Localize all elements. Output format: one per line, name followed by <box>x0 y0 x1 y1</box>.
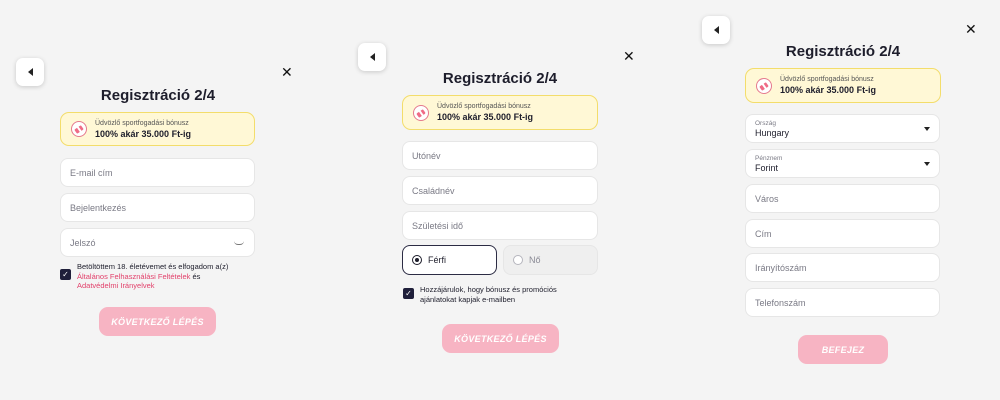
close-icon[interactable]: ✕ <box>281 66 293 80</box>
next-step-button[interactable]: KÖVETKEZŐ LÉPÉS <box>442 324 559 353</box>
zip-field[interactable]: Irányítószám <box>745 253 940 282</box>
terms-link[interactable]: Általános Felhasználási Feltételek <box>77 272 190 281</box>
gift-icon <box>756 77 772 94</box>
marketing-line-1: Hozzájárulok, hogy bónusz és promóciós <box>420 285 557 294</box>
email-field[interactable]: E-mail cím <box>60 158 255 187</box>
close-icon[interactable]: ✕ <box>965 23 977 37</box>
page-title: Regisztráció 2/4 <box>442 70 558 87</box>
privacy-link[interactable]: Adatvédelmi Irányelvek <box>77 281 155 290</box>
country-select[interactable]: Ország Hungary <box>745 114 940 143</box>
currency-label: Pénznem <box>755 154 783 162</box>
country-label: Ország <box>755 119 776 127</box>
bonus-banner: Üdvözlő sportfogadási bónusz 100% akár 3… <box>60 112 255 146</box>
next-step-button[interactable]: KÖVETKEZŐ LÉPÉS <box>99 307 216 336</box>
eye-closed-icon[interactable] <box>234 241 244 245</box>
finish-button[interactable]: BEFEJEZ <box>798 335 888 364</box>
back-button[interactable] <box>702 16 730 44</box>
address-field[interactable]: Cím <box>745 219 940 248</box>
close-icon[interactable]: ✕ <box>623 50 635 64</box>
back-button[interactable] <box>16 58 44 86</box>
back-button[interactable] <box>358 43 386 71</box>
bonus-subtitle: Üdvözlő sportfogadási bónusz <box>437 103 531 110</box>
bonus-banner: Üdvözlő sportfogadási bónusz 100% akár 3… <box>402 95 598 130</box>
lastname-field[interactable]: Családnév <box>402 176 598 205</box>
page-title: Regisztráció 2/4 <box>100 87 216 104</box>
caret-down-icon <box>924 126 930 131</box>
page-title: Regisztráció 2/4 <box>785 43 901 60</box>
currency-select[interactable]: Pénznem Forint <box>745 149 940 178</box>
chevron-left-icon <box>27 68 33 76</box>
city-field[interactable]: Város <box>745 184 940 213</box>
currency-value: Forint <box>755 162 779 173</box>
phone-field[interactable]: Telefonszám <box>745 288 940 317</box>
bonus-banner: Üdvözlő sportfogadási bónusz 100% akár 3… <box>745 68 941 103</box>
bonus-headline: 100% akár 35.000 Ft-ig <box>780 85 877 95</box>
bonus-headline: 100% akár 35.000 Ft-ig <box>437 112 534 122</box>
caret-down-icon <box>924 161 930 166</box>
login-field[interactable]: Bejelentkezés <box>60 193 255 222</box>
marketing-checkbox[interactable]: ✓ <box>403 288 414 299</box>
terms-prefix: Betöltöttem 18. életévemet és elfogadom … <box>77 262 229 271</box>
bonus-subtitle: Üdvözlő sportfogadási bónusz <box>95 119 189 127</box>
chevron-left-icon <box>713 26 719 34</box>
chevron-left-icon <box>369 53 375 61</box>
check-icon: ✓ <box>405 288 412 298</box>
terms-middle: és <box>190 271 201 281</box>
gift-icon <box>413 104 429 121</box>
password-placeholder: Jelszó <box>70 237 96 248</box>
bonus-headline: 100% akár 35.000 Ft-ig <box>95 128 192 139</box>
terms-text: Betöltöttem 18. életévemet és elfogadom … <box>77 262 262 291</box>
radio-icon <box>513 255 523 265</box>
country-value: Hungary <box>755 127 790 138</box>
terms-checkbox[interactable]: ✓ <box>60 269 71 280</box>
check-icon: ✓ <box>62 269 69 279</box>
birthdate-field[interactable]: Születési idő <box>402 211 598 240</box>
gender-male-option[interactable]: Férfi <box>402 245 497 275</box>
marketing-line-2: ajánlatokat kapjak e-mailben <box>420 294 516 304</box>
marketing-text: Hozzájárulok, hogy bónusz és promóciós a… <box>420 285 600 304</box>
gift-icon <box>71 121 87 137</box>
bonus-subtitle: Üdvözlő sportfogadási bónusz <box>780 76 874 83</box>
gender-female-label: Nő <box>529 255 541 265</box>
firstname-field[interactable]: Utónév <box>402 141 598 170</box>
password-field[interactable]: Jelszó <box>60 228 255 257</box>
gender-female-option[interactable]: Nő <box>503 245 598 275</box>
gender-male-label: Férfi <box>428 255 446 265</box>
radio-selected-icon <box>412 255 422 265</box>
